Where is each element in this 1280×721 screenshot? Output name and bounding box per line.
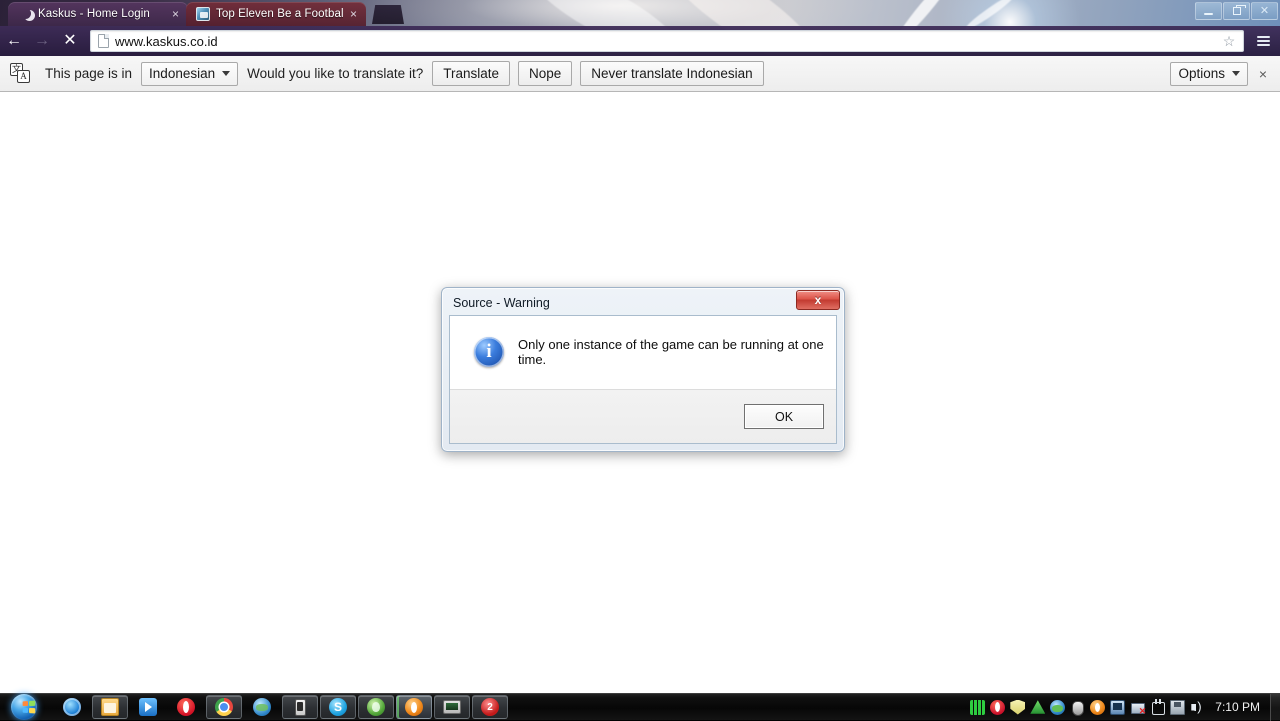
dialog-title-bar[interactable]: Source - Warning x xyxy=(445,291,841,315)
taskbar-items xyxy=(48,695,508,719)
close-icon: x xyxy=(815,293,822,307)
top-eleven-icon xyxy=(196,7,210,21)
taskbar-item-red-app[interactable] xyxy=(472,695,508,719)
skype-icon xyxy=(329,698,347,716)
tab-kaskus-home-login[interactable]: Kaskus - Home Login × xyxy=(8,2,188,26)
dialog-close-button[interactable]: x xyxy=(796,290,840,310)
back-button[interactable]: ← xyxy=(0,27,28,55)
orange-tray-icon[interactable] xyxy=(1090,700,1105,715)
taskbar-item-internet-explorer[interactable] xyxy=(54,695,90,719)
dialog-body: Only one instance of the game can be run… xyxy=(450,316,836,388)
mouse-tray-icon[interactable] xyxy=(1070,700,1085,715)
taskbar-item-monitor-app[interactable] xyxy=(434,695,470,719)
dialog-title: Source - Warning xyxy=(453,296,550,310)
forward-button[interactable]: → xyxy=(28,27,56,55)
browser-window: Kaskus - Home Login × Top Eleven Be a Fo… xyxy=(0,0,1280,92)
translate-target-glyph: A xyxy=(17,70,30,83)
red-app-icon xyxy=(481,698,499,716)
new-tab-button[interactable] xyxy=(372,5,404,24)
language-select[interactable]: Indonesian xyxy=(141,62,238,86)
windows-explorer-icon xyxy=(101,698,119,716)
start-orb-icon xyxy=(11,694,37,720)
moon-icon xyxy=(18,7,32,21)
minimize-button[interactable] xyxy=(1195,2,1222,20)
taskbar-item-google-chrome[interactable] xyxy=(206,695,242,719)
save-tray-icon[interactable] xyxy=(1170,700,1185,715)
chevron-down-icon xyxy=(222,71,230,76)
tab-strip: Kaskus - Home Login × Top Eleven Be a Fo… xyxy=(0,0,1280,26)
opera-icon xyxy=(177,698,195,716)
tab-title: Top Eleven Be a Football M xyxy=(216,8,343,20)
shield-tray-icon[interactable] xyxy=(1010,700,1025,715)
screen-tray-icon[interactable] xyxy=(1110,700,1125,715)
translate-button[interactable]: Translate xyxy=(432,61,510,86)
opera-tray-icon[interactable] xyxy=(990,700,1005,715)
tab-top-eleven[interactable]: Top Eleven Be a Football M × xyxy=(186,2,366,26)
browser-globe-icon xyxy=(253,698,271,716)
tray-icon-list xyxy=(964,700,1211,715)
tab-title: Kaskus - Home Login xyxy=(38,8,165,20)
taskbar-item-windows-explorer[interactable] xyxy=(92,695,128,719)
infobar-right-controls: Options × xyxy=(1166,62,1274,86)
address-bar-text: www.kaskus.co.id xyxy=(115,34,218,49)
internet-explorer-icon xyxy=(63,698,81,716)
taskbar-item-windows-media-player[interactable] xyxy=(130,695,166,719)
close-icon: ✕ xyxy=(1260,6,1269,17)
show-desktop-button[interactable] xyxy=(1270,694,1280,721)
stop-loading-button[interactable]: ✕ xyxy=(56,27,84,55)
window-controls: ✕ xyxy=(1194,1,1278,21)
triangle-tray-icon[interactable] xyxy=(1030,700,1045,715)
taskbar-item-opera[interactable] xyxy=(168,695,204,719)
translate-infobar: 文 A This page is in Indonesian Would you… xyxy=(0,56,1280,92)
ok-button[interactable]: OK xyxy=(744,404,824,429)
taskbar-item-mobile-device-app[interactable] xyxy=(282,695,318,719)
restore-button[interactable] xyxy=(1223,2,1250,20)
taskbar-item-browser-globe[interactable] xyxy=(244,695,280,719)
dialog-inner-panel: Only one instance of the game can be run… xyxy=(449,315,837,444)
chrome-menu-icon[interactable] xyxy=(1250,29,1276,53)
network-disconnected-icon[interactable] xyxy=(1130,700,1145,715)
language-select-value: Indonesian xyxy=(149,66,215,81)
globe-tray-icon[interactable] xyxy=(1050,700,1065,715)
source-warning-dialog: Source - Warning x Only one instance of … xyxy=(441,287,845,452)
green-app-icon xyxy=(367,698,385,716)
infobar-close-icon[interactable]: × xyxy=(1252,66,1274,82)
volume-icon[interactable] xyxy=(1190,700,1205,715)
navigation-toolbar: ← → ✕ www.kaskus.co.id ☆ xyxy=(0,26,1280,56)
page-document-icon xyxy=(98,34,109,48)
address-bar[interactable]: www.kaskus.co.id ☆ xyxy=(90,30,1244,52)
bookmark-star-icon[interactable]: ☆ xyxy=(1221,33,1237,49)
translate-icon: 文 A xyxy=(10,63,32,85)
taskbar-item-skype[interactable] xyxy=(320,695,356,719)
mobile-device-app-icon xyxy=(295,699,306,716)
tab-close-icon[interactable]: × xyxy=(347,8,360,21)
never-translate-button[interactable]: Never translate Indonesian xyxy=(580,61,763,86)
infobar-prefix-text: This page is in xyxy=(45,66,132,81)
chevron-down-icon xyxy=(1232,71,1240,76)
taskbar-item-green-app[interactable] xyxy=(358,695,394,719)
grid-tray-icon[interactable] xyxy=(970,700,985,715)
system-tray: 7:10 PM xyxy=(964,694,1280,721)
info-icon xyxy=(474,337,504,367)
options-button[interactable]: Options xyxy=(1170,62,1248,86)
google-chrome-icon xyxy=(215,698,233,716)
tab-close-icon[interactable]: × xyxy=(169,8,182,21)
start-button[interactable] xyxy=(0,694,48,721)
options-button-label: Options xyxy=(1178,66,1225,81)
safely-remove-hardware-icon[interactable] xyxy=(1150,700,1165,715)
windows-taskbar: 7:10 PM xyxy=(0,693,1280,720)
taskbar-clock[interactable]: 7:10 PM xyxy=(1211,694,1270,721)
nope-button[interactable]: Nope xyxy=(518,61,572,86)
windows-flag-icon xyxy=(23,701,36,714)
close-window-button[interactable]: ✕ xyxy=(1251,2,1278,20)
infobar-question-text: Would you like to translate it? xyxy=(247,66,423,81)
dialog-footer: OK xyxy=(450,389,836,443)
monitor-app-icon xyxy=(443,700,461,714)
dialog-message: Only one instance of the game can be run… xyxy=(518,337,836,367)
orange-app-icon xyxy=(405,698,423,716)
taskbar-item-orange-app[interactable] xyxy=(396,695,432,719)
windows-media-player-icon xyxy=(139,698,157,716)
